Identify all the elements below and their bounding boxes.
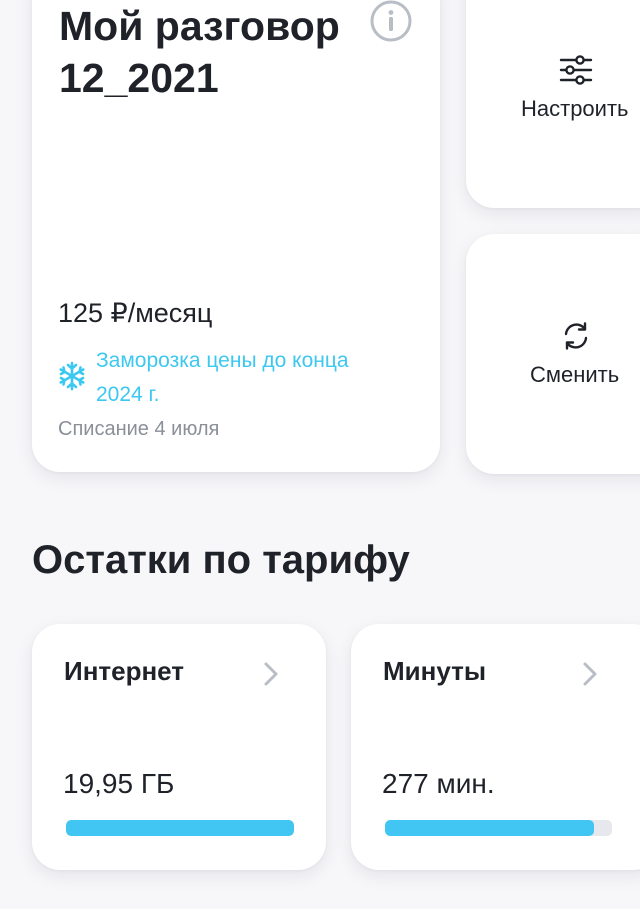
chevron-right-icon — [264, 662, 278, 686]
tariff-title: Мой разговор 12_2021 — [59, 3, 340, 101]
refresh-icon — [564, 322, 588, 350]
internet-value: 19,95 ГБ — [63, 768, 175, 799]
configure-label: Настроить — [521, 96, 629, 121]
change-tariff-button[interactable]: Сменить — [466, 234, 640, 474]
chevron-right-icon — [583, 662, 597, 686]
charge-date: Списание 4 июля — [58, 418, 220, 440]
tariff-price: 125 ₽/месяц — [58, 298, 213, 328]
internet-progress-fill — [66, 820, 294, 836]
info-icon[interactable] — [370, 0, 412, 42]
configure-button[interactable]: Настроить — [466, 0, 640, 208]
change-label: Сменить — [530, 362, 620, 387]
internet-title: Интернет — [64, 656, 185, 686]
section-title: Остатки по тарифу — [32, 538, 410, 582]
minutes-progress-fill — [385, 820, 594, 836]
minutes-title: Минуты — [383, 656, 487, 686]
snowflake-icon — [59, 361, 85, 391]
internet-progress-bar — [66, 820, 294, 836]
internet-balance-card[interactable]: Интернет 19,95 ГБ — [32, 624, 326, 870]
price-freeze-note: Заморозка цены до конца 2024 г. — [56, 344, 386, 414]
sliders-icon — [559, 55, 593, 85]
tariff-card[interactable]: Мой разговор 12_2021 125 ₽/месяц Замороз… — [32, 0, 440, 472]
minutes-balance-card[interactable]: Минуты 277 мин. — [351, 624, 640, 870]
minutes-value: 277 мин. — [382, 768, 495, 799]
price-freeze-text: Заморозка цены до конца 2024 г. — [96, 349, 349, 406]
minutes-progress-bar — [385, 820, 612, 836]
